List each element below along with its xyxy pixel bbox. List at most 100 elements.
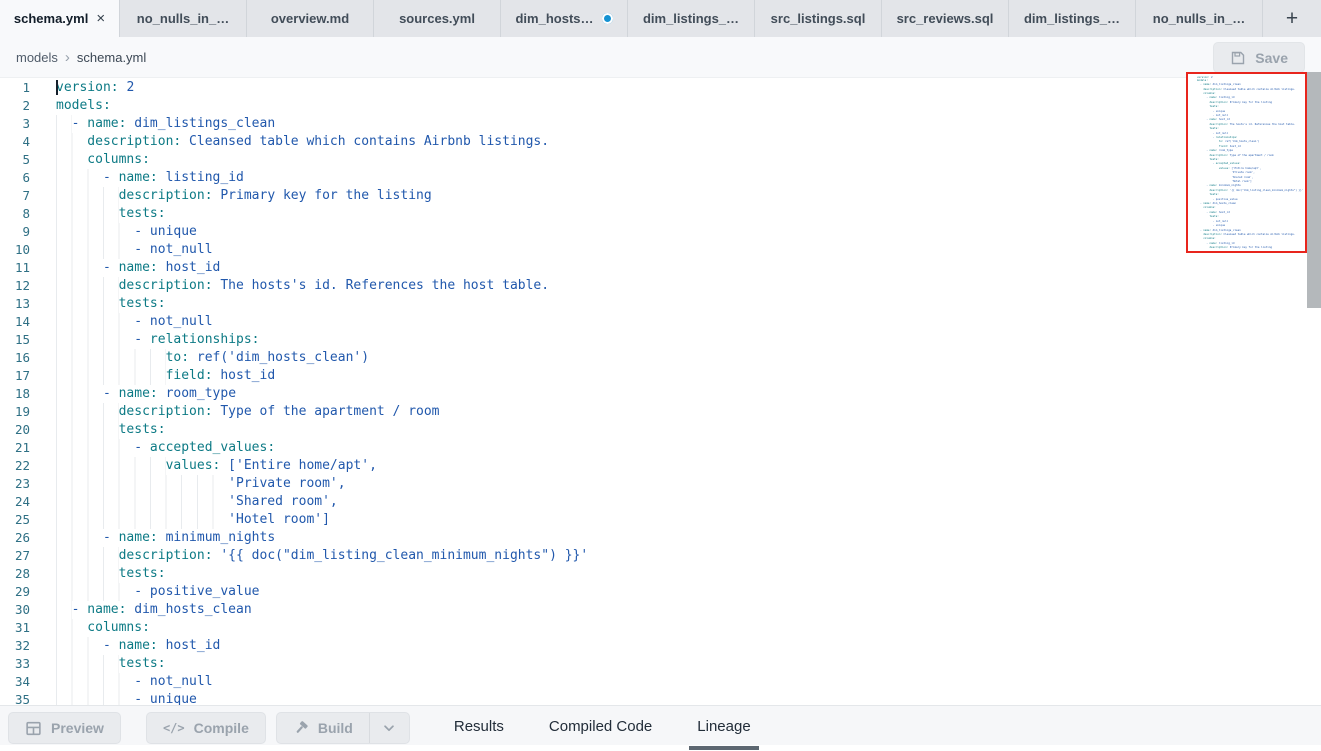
yaml-key: tests: [1209, 127, 1218, 130]
yaml-key: relationships: [1216, 136, 1238, 139]
panel-tab-lineage[interactable]: Lineage [697, 706, 750, 746]
yaml-value: '{{ doc("dim_listing_clean_minimum_night… [1228, 189, 1303, 192]
line-number: 17 [0, 367, 30, 385]
line-number: 23 [0, 475, 30, 493]
line-number: 21 [0, 439, 30, 457]
yaml-value: room_type [1217, 149, 1233, 152]
yaml-key: description: [1209, 123, 1228, 126]
yaml-key: models: [1197, 79, 1208, 82]
line-number: 3 [0, 115, 30, 133]
line-number: 25 [0, 511, 30, 529]
yaml-value: - unique [134, 224, 197, 239]
yaml-value: - [72, 602, 88, 617]
new-tab-button[interactable]: + [1263, 0, 1321, 37]
indent-guides [56, 403, 119, 421]
indent-guides [1197, 184, 1206, 187]
editor-tab-bar: schema.yml×no_nulls_in_…overview.mdsourc… [0, 0, 1321, 37]
yaml-value: - not_null [134, 242, 212, 257]
yaml-key: tests: [1209, 251, 1218, 253]
code-line-25: 25 'Hotel room'] [0, 511, 1321, 529]
code-line-21: 21 - accepted_values: [0, 439, 1321, 457]
line-number: 26 [0, 529, 30, 547]
tab-strip: schema.yml×no_nulls_in_…overview.mdsourc… [0, 0, 1263, 37]
file-tab-label: schema.yml [14, 11, 88, 26]
line-number: 1 [0, 79, 30, 97]
yaml-key: tests: [119, 206, 166, 221]
yaml-value: host_id [158, 638, 221, 653]
save-button[interactable]: Save [1213, 42, 1305, 73]
code-line-27: 27 description: '{{ doc("dim_listing_cle… [0, 547, 1321, 565]
code-line-30: 30 - name: dim_hosts_clean [0, 601, 1321, 619]
line-number: 33 [0, 655, 30, 673]
floppy-icon [1230, 50, 1246, 66]
yaml-value: The hosts's id. References the host tabl… [1228, 123, 1295, 126]
code-area: 1version: 22models:3 - name: dim_listing… [0, 78, 1321, 709]
code-editor[interactable]: 1version: 22models:3 - name: dim_listing… [0, 78, 1321, 705]
indent-guides [56, 511, 228, 529]
file-tab-label: dim_hosts… [515, 11, 593, 26]
yaml-value: 2 [119, 80, 135, 95]
breadcrumb-bar: models › schema.yml Save [0, 37, 1321, 78]
code-line-34: 34 - not_null [0, 673, 1321, 691]
yaml-key: tests: [1209, 105, 1218, 108]
scrollbar-thumb[interactable] [1307, 72, 1321, 308]
indent-guides [1197, 122, 1209, 125]
yaml-key: tests: [119, 422, 166, 437]
indent-guides [56, 313, 134, 331]
file-tab-label: no_nulls_in_… [1153, 11, 1245, 26]
yaml-key: name: [119, 386, 158, 401]
modified-dot-icon [602, 13, 613, 24]
indent-guides [1197, 144, 1219, 147]
file-tab-4[interactable]: dim_hosts… [501, 0, 628, 37]
code-brackets-icon: </> [163, 721, 185, 735]
yaml-key: description: [87, 134, 181, 149]
build-options-button[interactable] [369, 713, 409, 743]
code-line-17: 17 field: host_id [0, 367, 1321, 385]
close-icon[interactable]: × [96, 11, 105, 26]
preview-button[interactable]: Preview [8, 712, 121, 744]
compile-button[interactable]: </> Compile [146, 712, 266, 744]
yaml-value: 'Hotel room'] [1231, 180, 1251, 183]
yaml-key: models: [56, 98, 111, 113]
indent-guides [1197, 166, 1219, 169]
panel-tab-results[interactable]: Results [454, 706, 504, 746]
yaml-key: description: [119, 188, 213, 203]
file-tab-5[interactable]: dim_listings_… [628, 0, 755, 37]
indent-guides [56, 637, 103, 655]
indent-guides [1197, 135, 1213, 138]
file-tab-3[interactable]: sources.yml [374, 0, 501, 37]
yaml-value: - [134, 332, 150, 347]
panel-tab-strip: Results Compiled Code Lineage [454, 706, 751, 746]
panel-tab-compiled-code[interactable]: Compiled Code [549, 706, 652, 746]
indent-guides [56, 655, 119, 673]
file-tab-8[interactable]: dim_listings_… [1009, 0, 1136, 37]
minimap[interactable]: version: 2models: - name: dim_listings_c… [1186, 72, 1307, 253]
editor-scrollbar[interactable] [1307, 72, 1321, 705]
build-button[interactable]: Build [277, 713, 369, 743]
file-tab-2[interactable]: overview.md [247, 0, 374, 37]
yaml-value: host_id [1217, 118, 1230, 121]
code-line-22: 22 values: ['Entire home/apt', [0, 457, 1321, 475]
yaml-key: name: [1203, 229, 1211, 232]
code-line-19: 19 description: Type of the apartment / … [0, 403, 1321, 421]
yaml-value: Primary key for the listing [1228, 246, 1272, 249]
yaml-value: minimum_nights [1217, 184, 1240, 187]
file-tab-9[interactable]: no_nulls_in_… [1136, 0, 1263, 37]
indent-guides [1197, 96, 1206, 99]
code-line-24: 24 'Shared room', [0, 493, 1321, 511]
line-number: 18 [0, 385, 30, 403]
indent-guides [1197, 215, 1209, 218]
yaml-key: relationships: [150, 332, 260, 347]
yaml-value: 'Shared room', [1231, 176, 1253, 179]
file-tab-label: src_reviews.sql [897, 11, 994, 26]
file-tab-6[interactable]: src_listings.sql [755, 0, 882, 37]
yaml-value: - positive_value [1213, 198, 1238, 201]
file-tab-7[interactable]: src_reviews.sql [882, 0, 1009, 37]
minimap-line: description: '{{ doc("dim_listing_clean_… [1197, 188, 1305, 192]
file-tab-1[interactable]: no_nulls_in_… [120, 0, 247, 37]
code-line-13: 13 tests: [0, 295, 1321, 313]
code-line-31: 31 columns: [0, 619, 1321, 637]
file-tab-active[interactable]: schema.yml × [0, 0, 120, 37]
indent-guides [1197, 175, 1231, 178]
breadcrumb-item-models[interactable]: models [16, 50, 58, 65]
